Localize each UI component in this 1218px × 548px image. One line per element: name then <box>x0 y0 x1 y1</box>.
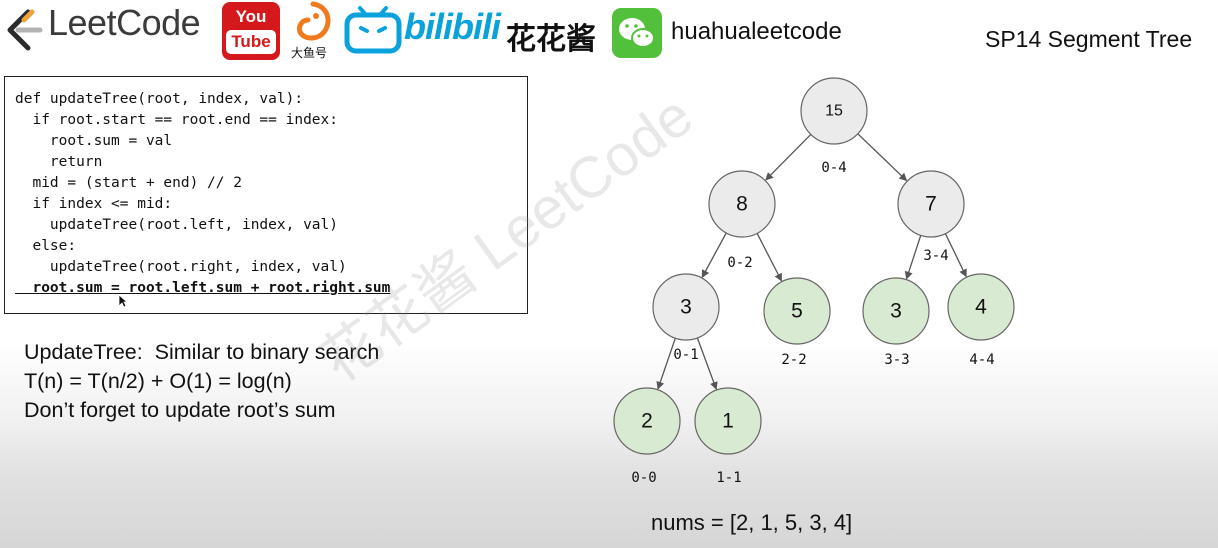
tree-node-range-label: 3-4 <box>923 248 948 264</box>
tree-node-range-label: 0-4 <box>821 160 846 176</box>
tree-node-value: 3 <box>680 296 692 319</box>
tree-node-value: 1 <box>722 410 734 433</box>
tree-node-value: 7 <box>925 193 937 216</box>
tree-node: 3 0-1 <box>652 273 720 363</box>
tree-node-range-label: 2-2 <box>781 352 806 368</box>
segment-tree-diagram: 15 0-4 8 0-2 7 3-4 3 0-1 5 2-2 3 3-3 4 4-4 2 0-0 1 1-1 <box>613 77 1015 486</box>
tree-edge <box>765 134 812 181</box>
tree-node: 2 0-0 <box>613 387 681 486</box>
tree-node-value: 4 <box>975 296 987 319</box>
tree-node-range-label: 4-4 <box>969 352 994 368</box>
tree-node-value: 15 <box>825 103 843 120</box>
tree-edge <box>857 133 908 182</box>
tree-node-value: 5 <box>791 300 803 323</box>
tree-node-value: 2 <box>641 410 653 433</box>
tree-node: 8 0-2 <box>708 170 776 271</box>
tree-edge <box>756 233 783 282</box>
tree-node: 15 0-4 <box>800 77 868 176</box>
tree-edge <box>696 337 718 391</box>
tree-node-range-label: 0-0 <box>631 470 656 486</box>
tree-edge <box>656 338 676 390</box>
tree-node-range-label: 3-3 <box>884 352 909 368</box>
tree-edge <box>904 235 922 280</box>
tree-node-value: 3 <box>890 300 902 323</box>
tree-node-value: 8 <box>736 193 748 216</box>
tree-edge <box>701 232 727 279</box>
tree-node: 1 1-1 <box>694 387 762 486</box>
tree-node-range-label: 0-1 <box>673 347 698 363</box>
tree-node: 7 3-4 <box>897 170 965 264</box>
tree-node-range-label: 1-1 <box>716 470 741 486</box>
tree-node: 5 2-2 <box>763 277 831 368</box>
tree-node: 4 4-4 <box>947 273 1015 368</box>
nums-array-label: nums = [2, 1, 5, 3, 4] <box>651 510 853 535</box>
tree-node-range-label: 0-2 <box>727 255 752 271</box>
tree-node: 3 3-3 <box>862 277 930 368</box>
